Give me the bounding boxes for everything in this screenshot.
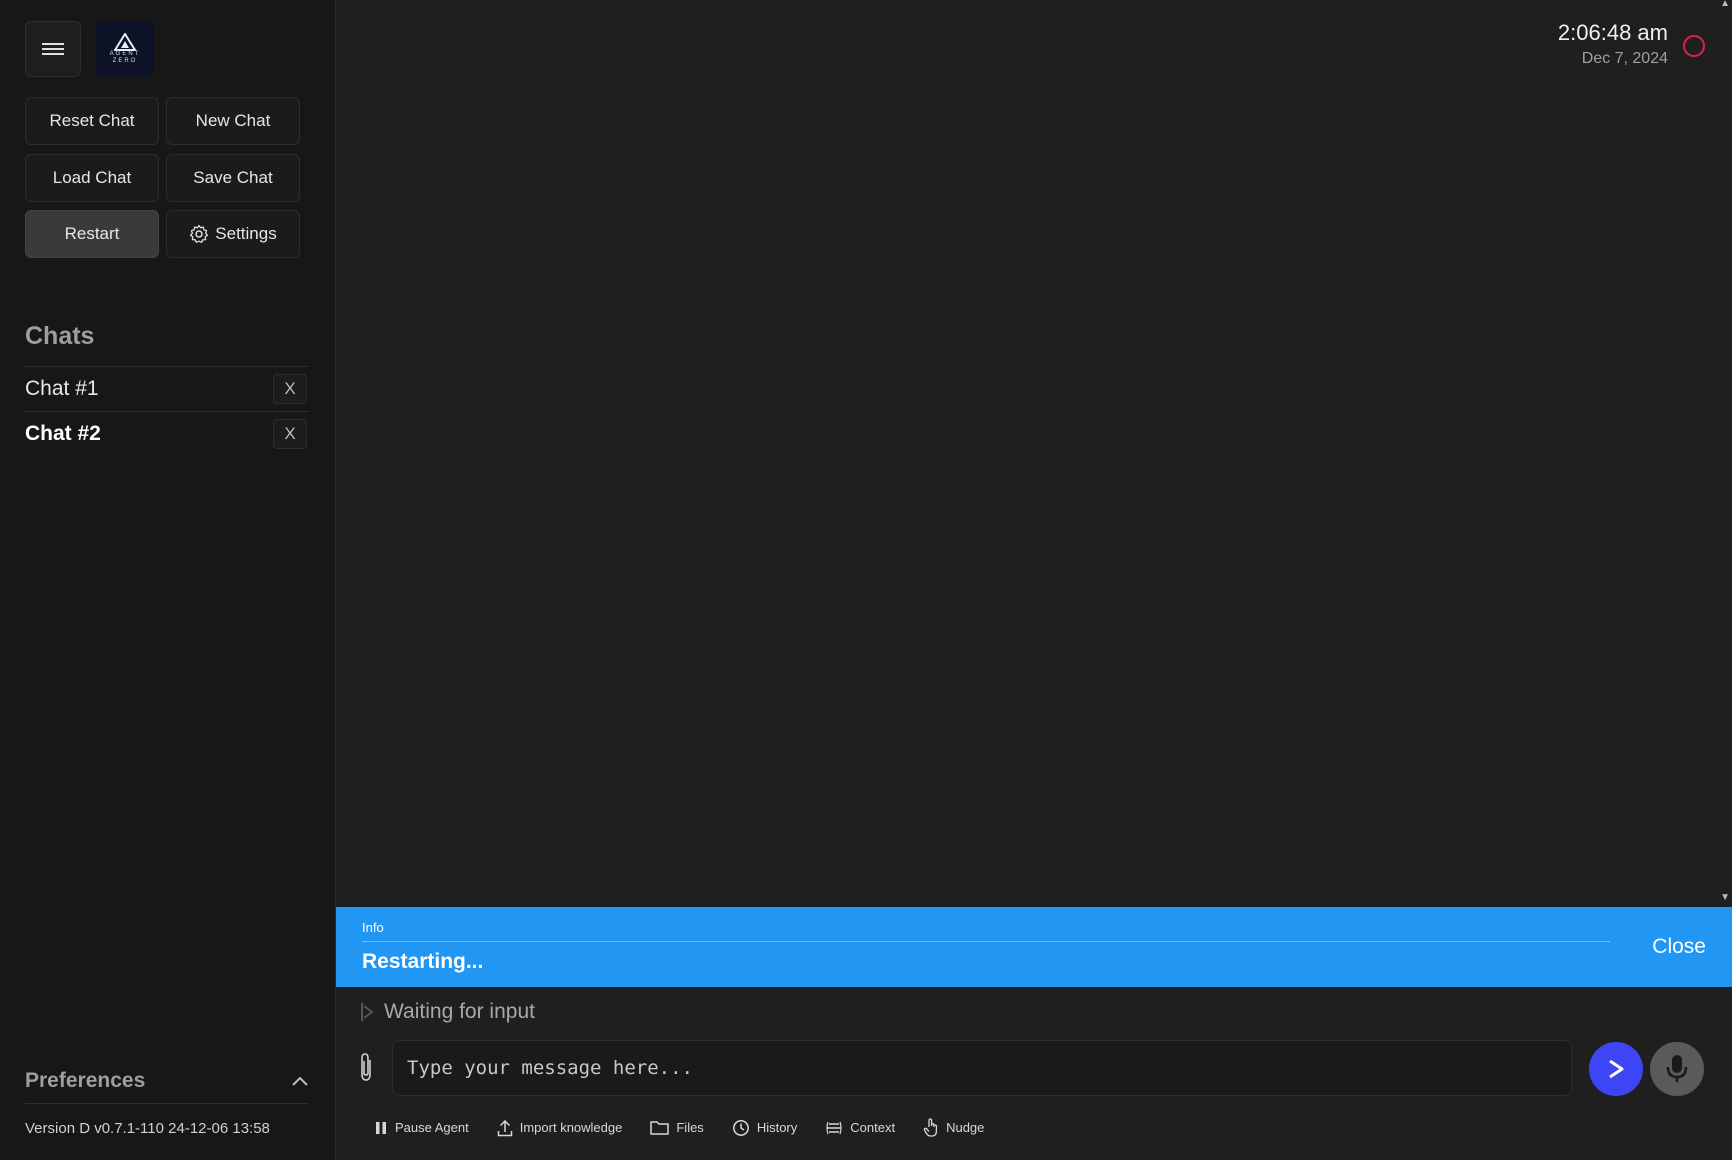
chat-name: Chat #1 (25, 376, 99, 400)
settings-button[interactable]: Settings (166, 210, 300, 258)
load-chat-button[interactable]: Load Chat (25, 154, 159, 202)
restart-label: Restart (64, 224, 120, 243)
history-label: History (756, 1120, 798, 1135)
preferences-toggle[interactable]: Preferences (25, 1058, 309, 1104)
attach-file-button[interactable] (358, 1052, 374, 1087)
microphone-button[interactable] (1650, 1042, 1704, 1096)
folder-icon (650, 1121, 670, 1135)
current-time: 2:06:48 am (1557, 20, 1668, 45)
chevron-up-icon (292, 1076, 308, 1086)
toast-divider (362, 941, 1610, 942)
progress-text: Waiting for input (384, 1000, 535, 1023)
paperclip-icon (361, 1053, 371, 1081)
toast-message: Restarting... (362, 950, 484, 973)
connection-status-icon (1683, 35, 1705, 57)
restart-button[interactable]: Restart (25, 210, 159, 258)
files-button[interactable]: Files (650, 1118, 704, 1137)
send-arrow-icon (1609, 1059, 1624, 1079)
delete-chat-button[interactable]: X (273, 418, 307, 449)
scroll-up-arrow[interactable]: ▲ (1720, 0, 1730, 9)
preferences-label: Preferences (25, 1068, 146, 1092)
chat-panel: ▲ 2:06:48 am Dec 7, 2024 ▼ Info Restarti… (336, 0, 1732, 1160)
context-icon (826, 1121, 842, 1134)
current-date: Dec 7, 2024 (1581, 50, 1668, 67)
toast-close-button[interactable]: Close (1652, 935, 1706, 959)
import-knowledge-button[interactable]: Import knowledge (497, 1118, 623, 1137)
chat-list-item[interactable]: Chat #1 X (25, 366, 309, 410)
gear-icon (190, 224, 209, 243)
input-section (336, 1038, 1732, 1098)
sidebar: AGENT ZERO Reset Chat New Chat Load Chat… (0, 0, 336, 1160)
version-text: Version D v0.7.1-110 24-12-06 13:58 (25, 1120, 270, 1137)
import-knowledge-label: Import knowledge (519, 1120, 623, 1135)
files-label: Files (676, 1120, 704, 1135)
play-arrow-icon (361, 1003, 374, 1021)
new-chat-button[interactable]: New Chat (166, 97, 300, 145)
send-button[interactable] (1589, 1042, 1643, 1096)
context-button[interactable]: Context (825, 1118, 895, 1137)
hamburger-menu-icon (42, 43, 64, 55)
info-toast: Info Restarting... Close (336, 907, 1732, 987)
pause-icon (376, 1121, 386, 1134)
chat-name: Chat #2 (25, 421, 101, 445)
logo-triangle-icon (114, 33, 136, 51)
nudge-button[interactable]: Nudge (923, 1118, 984, 1137)
new-chat-label: New Chat (195, 111, 271, 130)
agent-zero-logo: AGENT ZERO (96, 21, 154, 77)
upload-icon (497, 1119, 512, 1136)
settings-label: Settings (215, 224, 277, 243)
hand-pointer-icon (923, 1118, 938, 1137)
history-button[interactable]: History (732, 1118, 797, 1137)
logo-text: AGENT ZERO (109, 51, 141, 64)
message-input[interactable] (392, 1040, 1572, 1096)
delete-chat-button[interactable]: X (273, 373, 307, 404)
microphone-icon (1666, 1055, 1688, 1082)
chat-list-item-current[interactable]: Chat #2 X (25, 411, 309, 455)
app-window: AGENT ZERO Reset Chat New Chat Load Chat… (0, 0, 1732, 1160)
pause-agent-label: Pause Agent (395, 1120, 469, 1135)
load-chat-label: Load Chat (52, 168, 132, 187)
chats-heading: Chats (25, 322, 95, 350)
scroll-down-arrow[interactable]: ▼ (1720, 892, 1730, 903)
clock: 2:06:48 am Dec 7, 2024 (1558, 20, 1668, 68)
reset-chat-label: Reset Chat (49, 111, 135, 130)
progress-bar: Waiting for input (360, 1000, 535, 1024)
action-bar: Pause Agent Import knowledge Files Histo… (374, 1118, 984, 1137)
context-label: Context (850, 1120, 896, 1135)
nudge-label: Nudge (946, 1120, 985, 1135)
save-chat-label: Save Chat (193, 168, 273, 187)
reset-chat-button[interactable]: Reset Chat (25, 97, 159, 145)
menu-toggle-button[interactable] (25, 21, 81, 77)
pause-agent-button[interactable]: Pause Agent (374, 1118, 469, 1137)
history-icon (732, 1119, 749, 1136)
toast-type: Info (362, 920, 384, 935)
save-chat-button[interactable]: Save Chat (166, 154, 300, 202)
